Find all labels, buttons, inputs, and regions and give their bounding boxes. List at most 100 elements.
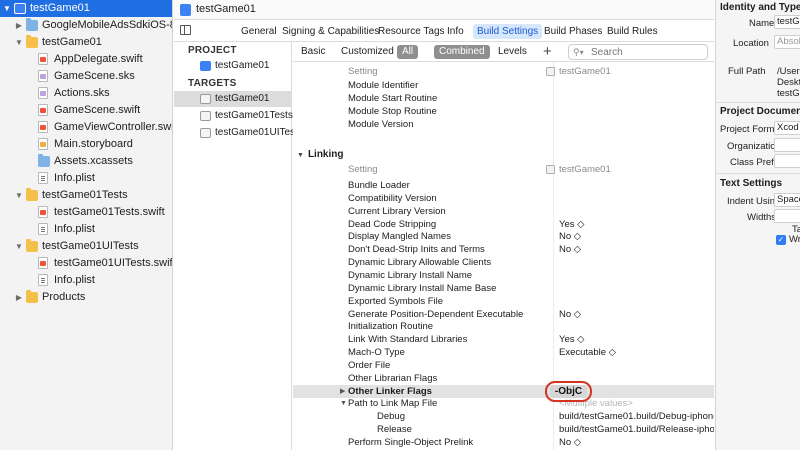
setting-value[interactable]: No ◇ xyxy=(559,308,581,321)
wrap-lines-checkbox[interactable]: ✓ xyxy=(776,235,786,245)
wrap-lines-label: Wra xyxy=(789,234,800,245)
setting-value[interactable]: build/testGame01.build/Debug-iphone... xyxy=(559,410,714,423)
navigator-item[interactable]: GameViewController.swift xyxy=(0,119,172,136)
filter-basic-button[interactable]: Basic xyxy=(296,45,330,59)
navigator-item[interactable]: ▼ testGame01 xyxy=(0,34,172,51)
setting-row[interactable]: Dynamic Library Install Name xyxy=(293,269,714,282)
setting-value[interactable]: Yes ◇ xyxy=(559,333,584,346)
setting-name: Bundle Loader xyxy=(348,180,410,191)
setting-value[interactable]: Executable ◇ xyxy=(559,346,616,359)
navigator-item-label: AppDelegate.swift xyxy=(54,53,143,65)
setting-value[interactable]: build/testGame01.build/Release-iphon... xyxy=(559,423,714,436)
setting-row[interactable]: Compatibility Version xyxy=(293,192,714,205)
disclosure-down-icon[interactable]: ▼ xyxy=(14,34,24,51)
setting-row[interactable]: ▶ Other Linker Flags -ObjC xyxy=(293,384,714,398)
setting-row[interactable]: Release build/testGame01.build/Release-ip… xyxy=(293,423,714,436)
disclosure-down-icon[interactable]: ▼ xyxy=(340,397,347,410)
linking-section-header[interactable]: ▼ Linking xyxy=(297,148,344,162)
tab-build-settings[interactable]: Build Settings xyxy=(473,24,543,39)
tab-build-rules[interactable]: Build Rules xyxy=(603,24,662,39)
search-input[interactable] xyxy=(591,46,701,58)
setting-value[interactable]: No ◇ xyxy=(559,230,581,243)
disclosure-right-icon[interactable]: ▶ xyxy=(14,17,24,34)
location-select[interactable]: Absolu xyxy=(774,35,800,49)
setting-row[interactable]: Dynamic Library Install Name Base xyxy=(293,282,714,295)
organization-field[interactable] xyxy=(774,138,800,152)
setting-row[interactable]: Generate Position-Dependent Executable No… xyxy=(293,308,714,321)
navigator-item[interactable]: ▼ testGame01Tests xyxy=(0,187,172,204)
view-combined-button[interactable]: Combined xyxy=(434,45,490,59)
setting-row[interactable]: Bundle Loader xyxy=(293,179,714,192)
disclosure-down-icon[interactable]: ▼ xyxy=(14,238,24,255)
filter-customized-button[interactable]: Customized xyxy=(336,45,399,59)
setting-row[interactable]: Initialization Routine xyxy=(293,320,714,333)
navigator-item[interactable]: Assets.xcassets xyxy=(0,153,172,170)
setting-row[interactable]: Link With Standard Libraries Yes ◇ xyxy=(293,333,714,346)
filter-all-button[interactable]: All xyxy=(397,45,419,59)
navigator-item[interactable]: ▶ Products xyxy=(0,289,172,306)
setting-row[interactable]: Mach-O Type Executable ◇ xyxy=(293,346,714,359)
setting-row[interactable]: Debug build/testGame01.build/Debug-iphone… xyxy=(293,410,714,423)
navigator-item[interactable]: Info.plist xyxy=(0,221,172,238)
sidebar-toggle-icon[interactable] xyxy=(180,25,191,35)
tab-width-field[interactable] xyxy=(774,209,800,223)
navigator-item[interactable]: Info.plist xyxy=(0,272,172,289)
navigator-item[interactable]: Main.storyboard xyxy=(0,136,172,153)
navigator-item-label: testGame01 xyxy=(42,36,102,48)
disclosure-down-icon[interactable]: ▼ xyxy=(2,0,12,17)
setting-value[interactable]: No ◇ xyxy=(559,436,581,449)
tab-info[interactable]: Info xyxy=(443,24,468,39)
setting-row[interactable]: Module Version xyxy=(293,118,714,131)
jump-bar-project[interactable]: testGame01 xyxy=(196,3,256,15)
project-format-select[interactable]: Xcod xyxy=(774,121,800,135)
setting-row[interactable]: Module Identifier xyxy=(293,79,714,92)
navigator-item[interactable]: Actions.sks xyxy=(0,85,172,102)
setting-row[interactable]: ▼ Path to Link Map File <Multiple values> xyxy=(293,397,714,410)
view-levels-button[interactable]: Levels xyxy=(493,45,532,59)
organization-label: Organization xyxy=(727,141,781,152)
navigator-item[interactable]: AppDelegate.swift xyxy=(0,51,172,68)
setting-row[interactable]: Display Mangled Names No ◇ xyxy=(293,230,714,243)
setting-row[interactable]: Module Stop Routine xyxy=(293,105,714,118)
project-row[interactable]: testGame01 xyxy=(174,58,291,74)
setting-row[interactable]: Current Library Version xyxy=(293,205,714,218)
setting-row[interactable]: Exported Symbols File xyxy=(293,295,714,308)
setting-row[interactable]: Don't Dead-Strip Inits and Terms No ◇ xyxy=(293,243,714,256)
navigator-item[interactable]: testGame01Tests.swift xyxy=(0,204,172,221)
name-field[interactable]: testGam xyxy=(774,15,800,29)
navigator-item[interactable]: GameScene.swift xyxy=(0,102,172,119)
navigator-item[interactable]: testGame01UITests.swift xyxy=(0,255,172,272)
setting-row[interactable]: Order File xyxy=(293,359,714,372)
disclosure-down-icon[interactable]: ▼ xyxy=(14,187,24,204)
tab-build-phases[interactable]: Build Phases xyxy=(540,24,606,39)
setting-column-title: Setting xyxy=(348,66,378,77)
disclosure-right-icon[interactable]: ▶ xyxy=(14,289,24,306)
test-target-icon xyxy=(200,128,211,138)
add-setting-button[interactable]: + xyxy=(543,43,552,60)
class-prefix-field[interactable] xyxy=(774,154,800,168)
target-row[interactable]: testGame01 xyxy=(174,91,291,107)
navigator-item[interactable]: Info.plist xyxy=(0,170,172,187)
target-row[interactable]: testGame01UITests xyxy=(174,125,303,141)
navigator-item[interactable]: GameScene.sks xyxy=(0,68,172,85)
settings-search-field[interactable]: ⚲ xyxy=(568,44,708,60)
setting-value[interactable]: Yes ◇ xyxy=(559,218,584,231)
tab-general[interactable]: General xyxy=(237,24,281,39)
setting-row[interactable]: Dynamic Library Allowable Clients xyxy=(293,256,714,269)
tab-signing-capabilities[interactable]: Signing & Capabilities xyxy=(278,24,383,39)
setting-name: Path to Link Map File xyxy=(348,398,438,410)
target-icon xyxy=(546,67,555,76)
tab-resource-tags[interactable]: Resource Tags xyxy=(374,24,449,39)
target-row[interactable]: testGame01Tests xyxy=(174,108,293,124)
setting-row[interactable]: Module Start Routine xyxy=(293,92,714,105)
indent-using-select[interactable]: Space xyxy=(774,193,800,207)
disclosure-right-icon[interactable]: ▶ xyxy=(340,385,345,398)
location-label: Location xyxy=(733,38,769,49)
setting-value[interactable]: No ◇ xyxy=(559,243,581,256)
navigator-item[interactable]: ▼ testGame01 xyxy=(0,0,172,17)
navigator-item[interactable]: ▶ GoogleMobileAdsSdkiOS-8... xyxy=(0,17,172,34)
setting-row[interactable]: Other Librarian Flags xyxy=(293,372,714,385)
setting-row[interactable]: Perform Single-Object Prelink No ◇ xyxy=(293,436,714,449)
navigator-item[interactable]: ▼ testGame01UITests xyxy=(0,238,172,255)
setting-row[interactable]: Dead Code Stripping Yes ◇ xyxy=(293,218,714,231)
